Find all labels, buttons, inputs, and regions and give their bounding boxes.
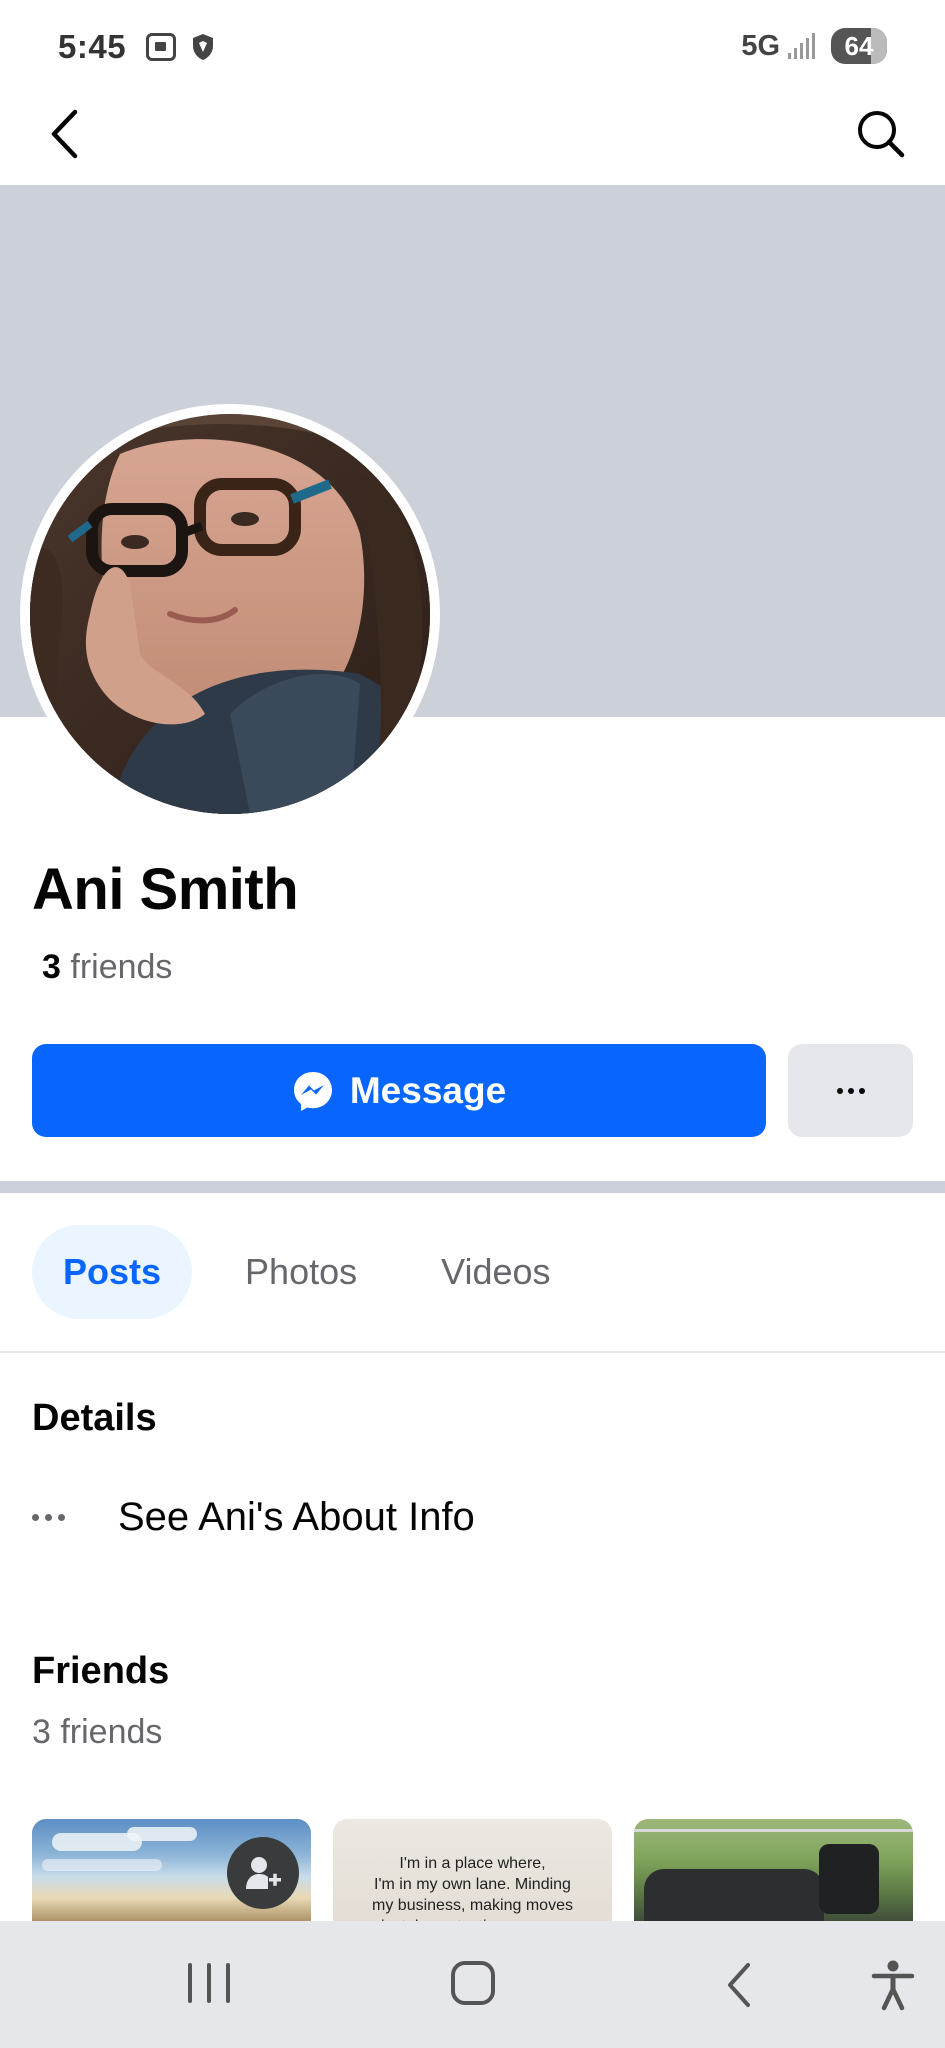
details-heading: Details [32, 1397, 157, 1439]
profile-name: Ani Smith [32, 857, 299, 922]
more-horizontal-icon [836, 1087, 843, 1094]
quote-line: I'm in my own lane. Minding [374, 1876, 571, 1893]
friend-card[interactable] [32, 1819, 311, 1924]
profile-tabs: Posts Photos Videos [32, 1224, 582, 1320]
screenshot-icon [146, 33, 176, 61]
quote-line: I'm in a place where, [399, 1855, 546, 1872]
shield-icon [193, 34, 213, 60]
home-button[interactable] [451, 1961, 495, 2005]
message-button[interactable]: Message [32, 1044, 766, 1137]
section-divider [0, 1181, 945, 1193]
friends-heading: Friends [32, 1650, 170, 1692]
message-button-label: Message [349, 1069, 507, 1111]
status-time: 5:45 [58, 28, 127, 65]
friends-count-number: 3 [42, 948, 61, 986]
profile-picture[interactable] [20, 404, 440, 824]
friends-count[interactable]: 3 friends [42, 948, 172, 987]
atv-image [644, 1869, 824, 1924]
atv-seat [819, 1844, 879, 1914]
top-nav [0, 90, 945, 185]
chevron-left-icon [51, 109, 78, 159]
tabs-divider [0, 1351, 945, 1353]
avatar [30, 414, 430, 814]
status-bar: 5:45 5G 64 [0, 0, 945, 90]
back-button[interactable] [38, 102, 90, 166]
friend-card[interactable]: I'm in a place where, I'm in my own lane… [333, 1819, 612, 1924]
friends-count-label: friends [70, 948, 173, 986]
status-indicators: 5G 64 [741, 28, 887, 64]
fence-rail [634, 1829, 913, 1832]
about-info-link[interactable]: See Ani's About Info [32, 1490, 475, 1544]
about-info-label: See Ani's About Info [118, 1494, 475, 1539]
battery-icon: 64 [831, 28, 887, 64]
add-friend-icon [246, 1857, 281, 1889]
tab-videos[interactable]: Videos [410, 1225, 581, 1319]
recent-apps-button[interactable] [188, 1963, 230, 2005]
system-navigation-bar [0, 1921, 945, 2048]
more-options-button[interactable] [788, 1044, 913, 1137]
add-friend-button[interactable] [227, 1837, 299, 1909]
more-horizontal-icon [32, 1513, 80, 1521]
tab-posts[interactable]: Posts [32, 1225, 193, 1319]
tab-photos[interactable]: Photos [214, 1225, 388, 1319]
search-button[interactable] [849, 102, 913, 166]
friends-subcount: 3 friends [32, 1713, 163, 1751]
system-back-icon[interactable] [720, 1959, 760, 2011]
accessibility-icon[interactable] [870, 1959, 916, 2011]
friend-card[interactable] [634, 1819, 913, 1924]
search-icon [858, 111, 905, 158]
friends-grid: I'm in a place where, I'm in my own lane… [32, 1819, 913, 1924]
quote-line: my business, making moves [372, 1897, 573, 1914]
messenger-icon [293, 1071, 332, 1111]
battery-level: 64 [844, 30, 874, 61]
signal-icon [788, 33, 815, 59]
avatar-photo [30, 414, 430, 814]
network-type: 5G [741, 29, 780, 62]
